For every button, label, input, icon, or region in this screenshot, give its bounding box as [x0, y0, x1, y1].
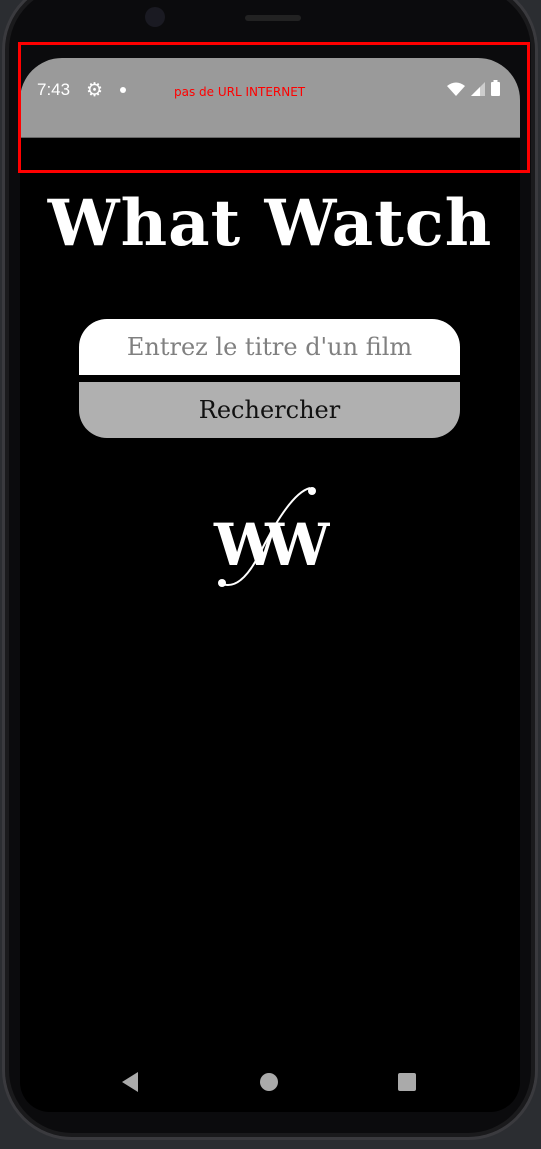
- annotation-box: [18, 42, 530, 173]
- speaker-grille: [245, 15, 301, 21]
- home-icon[interactable]: [259, 1072, 279, 1092]
- camera-icon: [145, 7, 165, 27]
- app-title: What Watch: [47, 186, 493, 261]
- screen: 7:43 ⚙ pas de URL INTERNET What Watch Re…: [20, 58, 520, 1112]
- back-icon[interactable]: [120, 1072, 140, 1092]
- search-input[interactable]: [79, 319, 460, 375]
- recents-icon[interactable]: [397, 1072, 417, 1092]
- app-logo: WW: [213, 487, 330, 587]
- nav-bar: [20, 1068, 520, 1098]
- svg-text:WW: WW: [213, 511, 330, 579]
- search-button[interactable]: Rechercher: [79, 382, 460, 438]
